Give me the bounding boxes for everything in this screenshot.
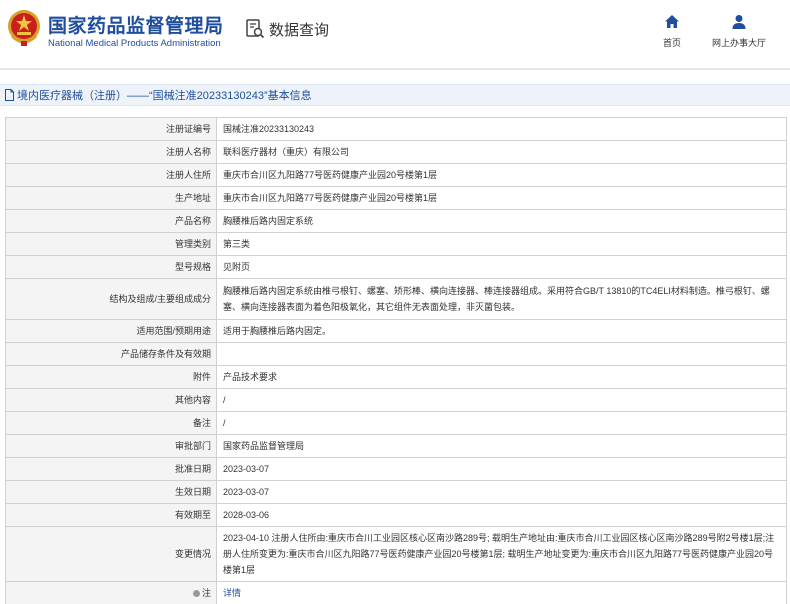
breadcrumb-title: 境内医疗器械（注册）——“国械注准20233130243”基本信息	[17, 90, 312, 102]
registration-info-table: 注册证编号 国械注准20233130243 注册人名称 联科医疗器材（重庆）有限…	[5, 117, 787, 604]
table-row: 其他内容 /	[5, 388, 787, 412]
row-label: 备注	[5, 411, 217, 435]
table-row: 结构及组成/主要组成成分 胸腰椎后路内固定系统由椎弓根钉、螺塞、矫形棒、横向连接…	[5, 278, 787, 320]
user-icon	[732, 15, 746, 29]
nav-home[interactable]: 首页	[660, 14, 684, 49]
data-query-module[interactable]: 数据查询	[245, 18, 329, 40]
row-value: /	[216, 411, 787, 435]
row-value: 第三类	[216, 232, 787, 256]
row-value: 2023-03-07	[216, 457, 787, 481]
header-divider	[0, 68, 790, 70]
nav-home-label: 首页	[662, 38, 681, 48]
brand-title-en[interactable]: National Medical Products Administration	[48, 38, 221, 49]
row-label: 结构及组成/主要组成成分	[5, 278, 217, 320]
national-emblem-icon	[8, 10, 40, 46]
row-label: 审批部门	[5, 434, 217, 458]
note-label: 注	[201, 588, 211, 598]
row-value: 国械注准20233130243	[216, 117, 787, 141]
row-label: 生效日期	[5, 480, 217, 504]
document-search-icon	[246, 19, 265, 39]
site-header: 国家药品监督管理局 National Medical Products Admi…	[0, 0, 790, 68]
home-icon	[665, 15, 679, 28]
table-row: 生效日期 2023-03-07	[5, 480, 787, 504]
row-label: 管理类别	[5, 232, 217, 256]
table-row: 备注 /	[5, 411, 787, 435]
module-label: 数据查询	[269, 21, 330, 39]
row-label: 附件	[5, 365, 217, 389]
row-label: 变更情况	[5, 526, 217, 582]
table-row: 适用范围/预期用途 适用于胸腰椎后路内固定。	[5, 319, 787, 343]
breadcrumb: 境内医疗器械（注册）——“国械注准20233130243”基本信息	[0, 84, 790, 106]
row-label: 适用范围/预期用途	[5, 319, 217, 343]
table-row: 注册证编号 国械注准20233130243	[5, 117, 787, 141]
row-label: 其他内容	[5, 388, 217, 412]
row-label: 注册人名称	[5, 140, 217, 164]
row-label: 注	[5, 581, 217, 604]
row-value: 详情	[216, 581, 787, 604]
row-value: 产品技术要求	[216, 365, 787, 389]
nav-online-service-label: 网上办事大厅	[711, 38, 766, 48]
table-row: 注册人名称 联科医疗器材（重庆）有限公司	[5, 140, 787, 164]
table-row: 有效期至 2028-03-06	[5, 503, 787, 527]
row-value: 适用于胸腰椎后路内固定。	[216, 319, 787, 343]
row-label: 批准日期	[5, 457, 217, 481]
document-icon	[5, 89, 14, 101]
table-row: 批准日期 2023-03-07	[5, 457, 787, 481]
row-value: /	[216, 388, 787, 412]
row-value	[216, 342, 787, 366]
table-row: 生产地址 重庆市合川区九阳路77号医药健康产业园20号楼第1层	[5, 186, 787, 210]
row-value: 国家药品监督管理局	[216, 434, 787, 458]
row-value: 2028-03-06	[216, 503, 787, 527]
row-label: 型号规格	[5, 255, 217, 279]
table-row: 型号规格 见附页	[5, 255, 787, 279]
note-icon	[192, 590, 200, 598]
nav-online-service-hall[interactable]: 网上办事大厅	[708, 14, 770, 49]
table-row: 管理类别 第三类	[5, 232, 787, 256]
brand-title-cn[interactable]: 国家药品监督管理局	[48, 11, 224, 38]
row-value: 重庆市合川区九阳路77号医药健康产业园20号楼第1层	[216, 186, 787, 210]
row-value: 联科医疗器材（重庆）有限公司	[216, 140, 787, 164]
row-label: 生产地址	[5, 186, 217, 210]
table-row: 注 详情	[5, 581, 787, 604]
table-row: 附件 产品技术要求	[5, 365, 787, 389]
row-value: 2023-04-10 注册人住所由:重庆市合川工业园区核心区南沙路289号; 载…	[216, 526, 787, 582]
row-value: 2023-03-07	[216, 480, 787, 504]
row-label: 注册人住所	[5, 163, 217, 187]
row-label: 产品储存条件及有效期	[5, 342, 217, 366]
table-row: 注册人住所 重庆市合川区九阳路77号医药健康产业园20号楼第1层	[5, 163, 787, 187]
row-label: 有效期至	[5, 503, 217, 527]
row-value: 重庆市合川区九阳路77号医药健康产业园20号楼第1层	[216, 163, 787, 187]
table-row: 变更情况 2023-04-10 注册人住所由:重庆市合川工业园区核心区南沙路28…	[5, 526, 787, 582]
details-link[interactable]: 详情	[223, 588, 241, 598]
row-value: 胸腰椎后路内固定系统	[216, 209, 787, 233]
row-value: 见附页	[216, 255, 787, 279]
row-label: 注册证编号	[5, 117, 217, 141]
table-row: 产品名称 胸腰椎后路内固定系统	[5, 209, 787, 233]
row-value: 胸腰椎后路内固定系统由椎弓根钉、螺塞、矫形棒、横向连接器、棒连接器组成。采用符合…	[216, 278, 787, 320]
table-row: 产品储存条件及有效期	[5, 342, 787, 366]
row-label: 产品名称	[5, 209, 217, 233]
table-row: 审批部门 国家药品监督管理局	[5, 434, 787, 458]
